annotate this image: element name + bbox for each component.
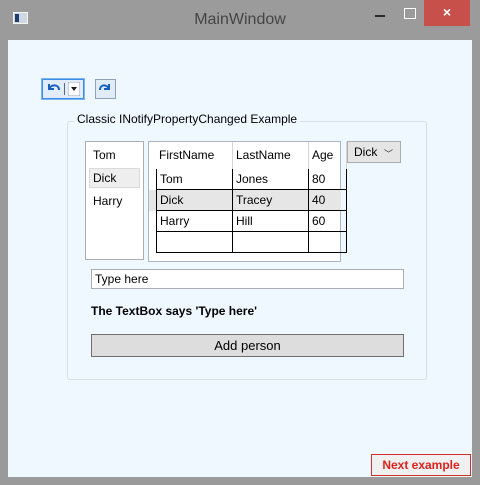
- list-item[interactable]: Tom: [89, 145, 140, 165]
- cell-firstname[interactable]: Harry: [156, 211, 233, 232]
- table-row[interactable]: Tom Jones 80: [149, 169, 347, 190]
- people-listbox[interactable]: Tom Dick Harry: [85, 141, 144, 260]
- client-area: Classic INotifyPropertyChanged Example T…: [8, 40, 472, 477]
- cell-firstname[interactable]: Dick: [156, 190, 233, 211]
- close-button[interactable]: ×: [424, 0, 470, 26]
- cell-age[interactable]: 40: [309, 190, 347, 211]
- combobox-value: Dick: [354, 145, 378, 159]
- table-row[interactable]: Harry Hill 60: [149, 211, 347, 232]
- column-header-firstname[interactable]: FirstName: [156, 142, 233, 169]
- undo-separator: [64, 83, 65, 95]
- column-header-age[interactable]: Age: [309, 142, 347, 169]
- people-datagrid[interactable]: FirstName LastName Age Tom Jones 80 Dick…: [148, 141, 347, 262]
- table-row-selected[interactable]: Dick Tracey 40: [149, 190, 347, 211]
- cell-lastname[interactable]: Tracey: [233, 190, 309, 211]
- cell-lastname-empty[interactable]: [233, 232, 309, 253]
- person-combobox[interactable]: Dick ﹀: [347, 141, 401, 163]
- chevron-down-icon: ﹀: [383, 149, 393, 159]
- cell-age[interactable]: 60: [309, 211, 347, 232]
- cell-age-empty[interactable]: [309, 232, 347, 253]
- add-person-button[interactable]: Add person: [91, 334, 404, 357]
- cell-firstname-empty[interactable]: [156, 232, 233, 253]
- cell-lastname[interactable]: Jones: [233, 169, 309, 190]
- title-bar: MainWindow ×: [0, 0, 480, 40]
- maximize-button[interactable]: [395, 0, 423, 26]
- grid-header-row: FirstName LastName Age: [149, 142, 347, 169]
- redo-icon: [99, 84, 110, 91]
- groupbox-header: Classic INotifyPropertyChanged Example: [74, 112, 301, 126]
- undo-icon: [48, 84, 60, 91]
- new-item-row[interactable]: [149, 232, 347, 253]
- cell-age[interactable]: 80: [309, 169, 347, 190]
- textbox-echo-label: The TextBox says 'Type here': [91, 304, 257, 318]
- main-window: MainWindow × Classic INotifyPropertyChan…: [0, 0, 480, 485]
- redo-button[interactable]: [95, 79, 116, 99]
- list-item-selected[interactable]: Dick: [89, 168, 140, 188]
- list-item[interactable]: Harry: [89, 191, 140, 211]
- undo-button[interactable]: [42, 79, 84, 99]
- cell-firstname[interactable]: Tom: [156, 169, 233, 190]
- cell-lastname[interactable]: Hill: [233, 211, 309, 232]
- chevron-down-icon[interactable]: [68, 82, 80, 96]
- column-header-lastname[interactable]: LastName: [233, 142, 309, 169]
- next-example-button[interactable]: Next example: [371, 454, 471, 476]
- minimize-button[interactable]: [366, 0, 394, 26]
- type-here-textbox[interactable]: Type here: [91, 269, 404, 289]
